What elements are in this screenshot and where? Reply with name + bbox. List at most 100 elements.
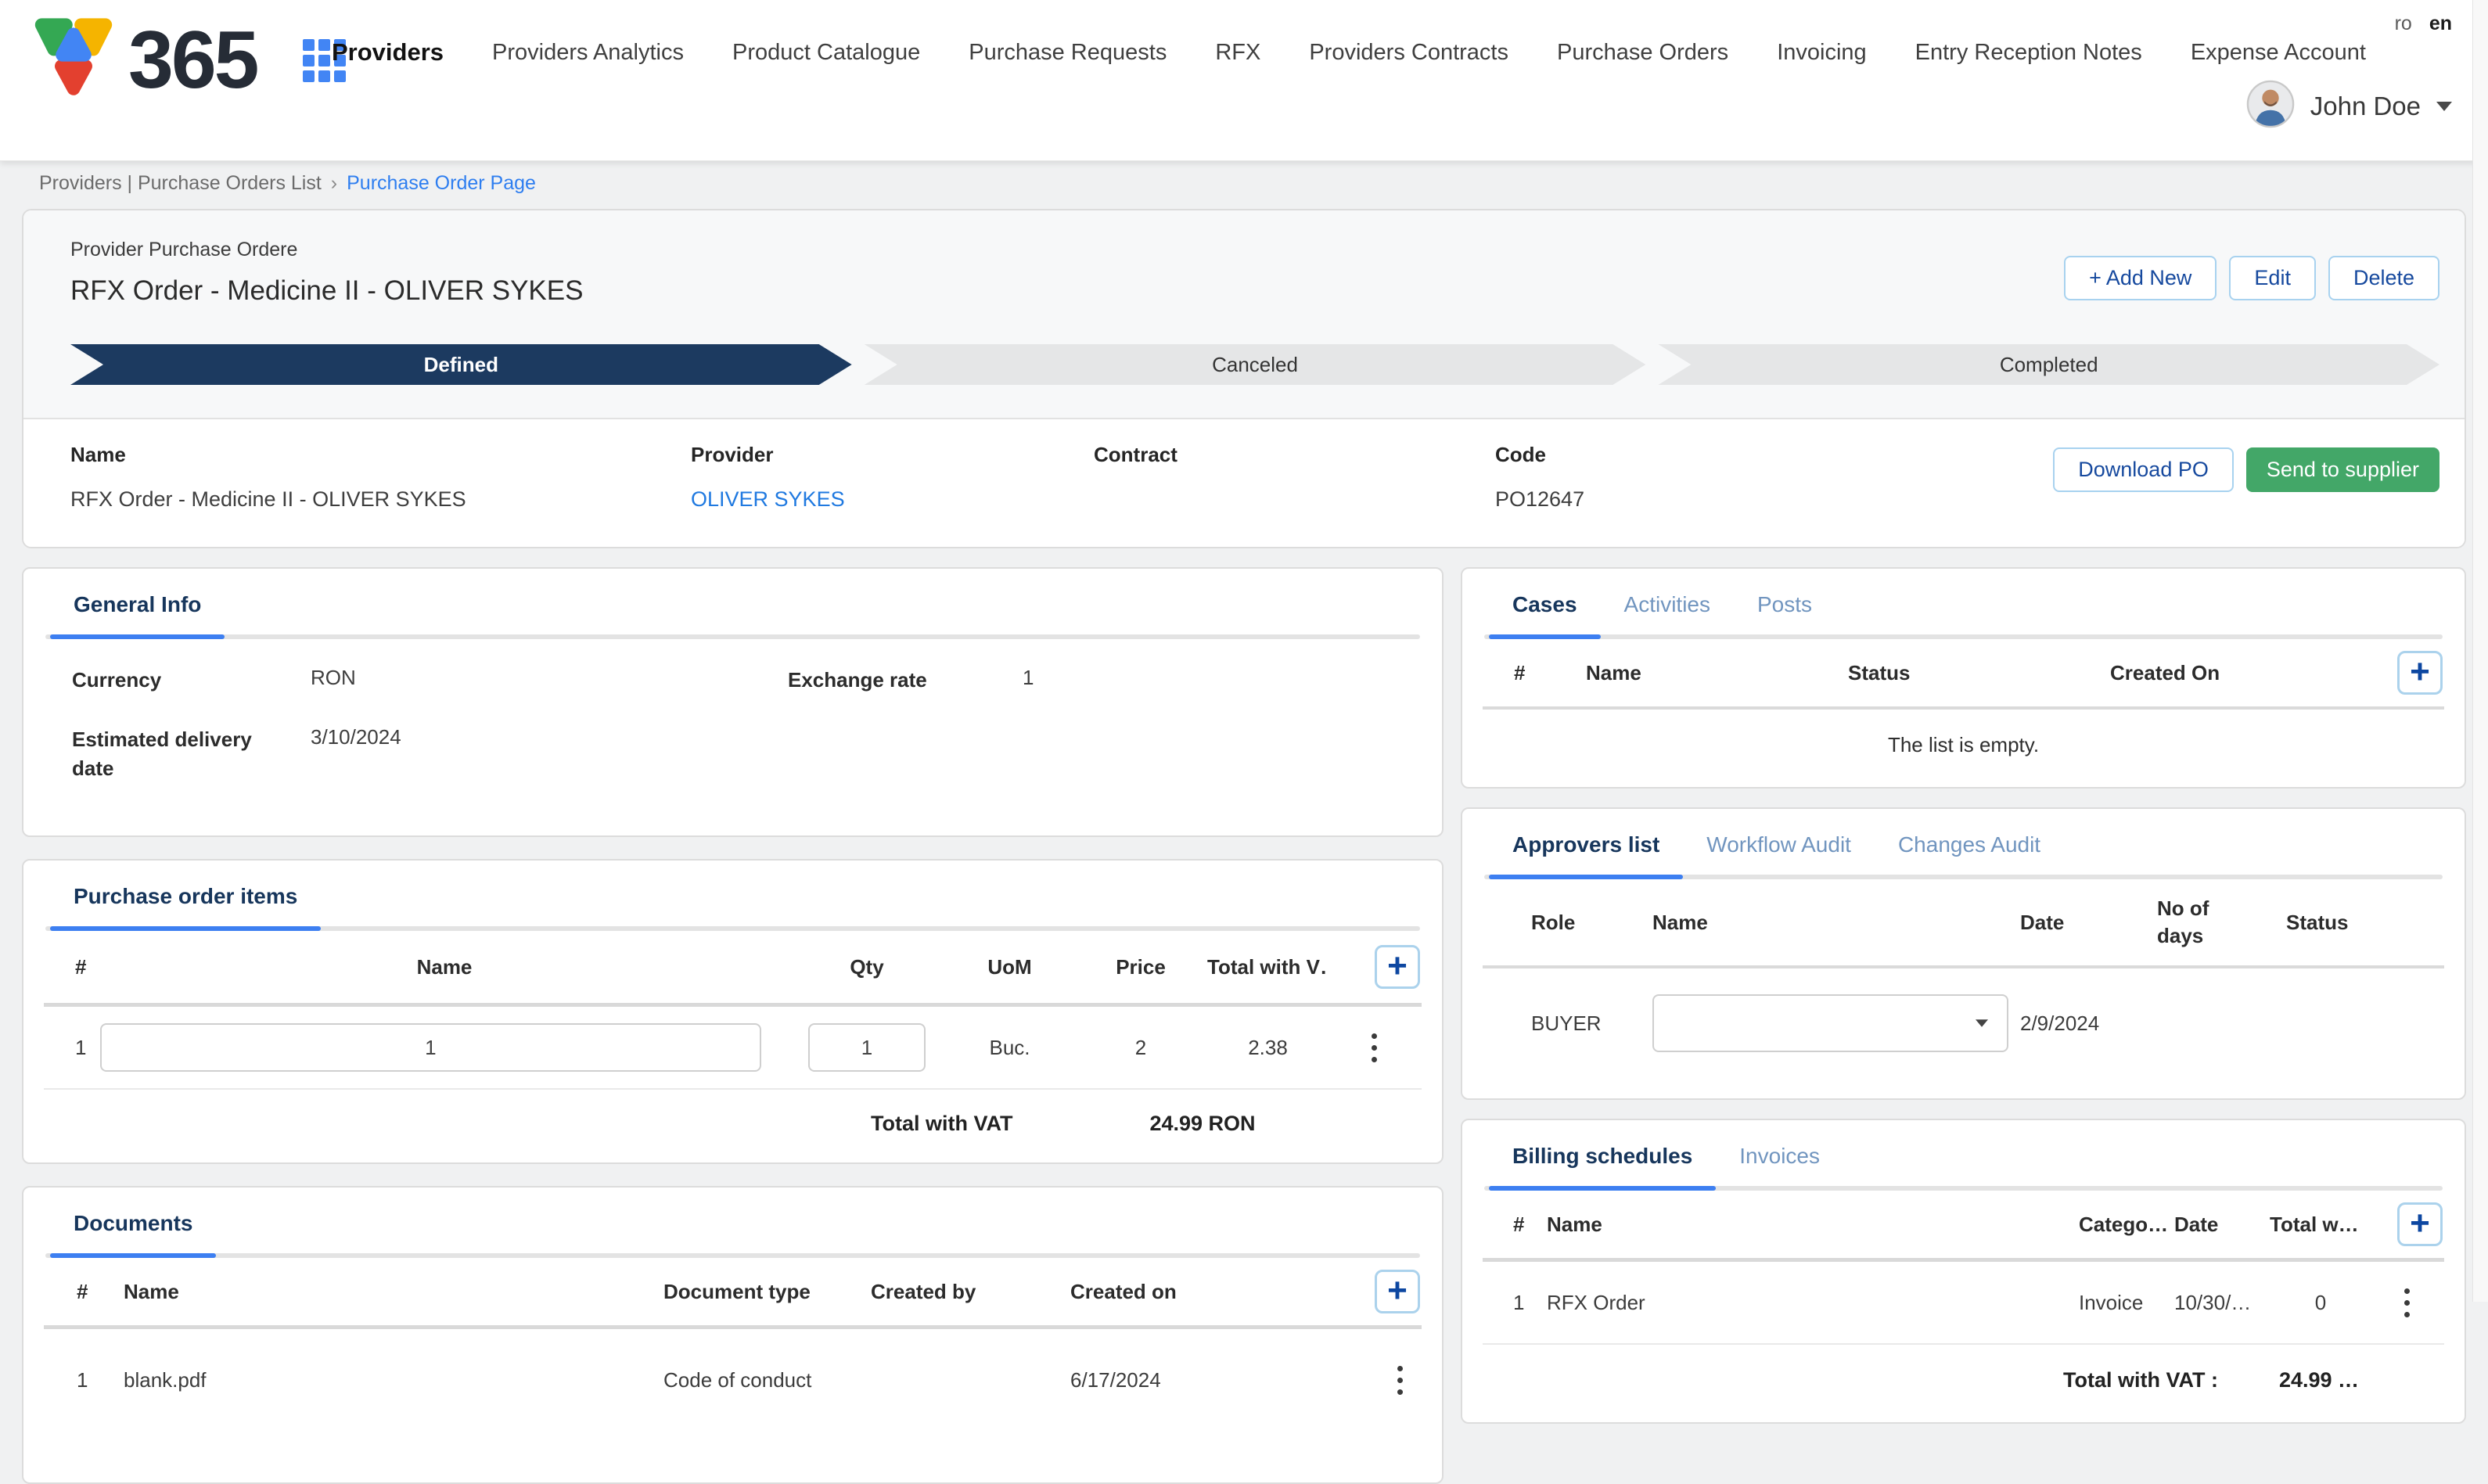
- billing-footer: Total with VAT : 24.99 …: [1462, 1345, 2465, 1402]
- contract-label: Contract: [1094, 443, 1495, 467]
- nav-expense-account[interactable]: Expense Account: [2191, 40, 2366, 66]
- nav-purchase-requests[interactable]: Purchase Requests: [969, 40, 1167, 66]
- nav-purchase-orders[interactable]: Purchase Orders: [1557, 40, 1728, 66]
- approver-date: 2/9/2024: [2020, 1011, 2157, 1036]
- cases-tabs: Cases Activities Posts: [1462, 592, 2465, 617]
- item-qty-input[interactable]: [808, 1023, 926, 1072]
- po-item-row: 1 Buc. 2 2.38: [23, 1007, 1442, 1088]
- po-items-card: Purchase order items # Name Qty UoM Pric…: [22, 859, 1444, 1164]
- col-created-by: Created by: [871, 1280, 1070, 1304]
- col-created-on: Created On: [2110, 661, 2220, 685]
- main-nav: Providers Providers Analytics Product Ca…: [332, 0, 2366, 105]
- approvers-header-row: Role Name Date No of days Status: [1462, 879, 2465, 965]
- nav-invoicing[interactable]: Invoicing: [1777, 40, 1866, 66]
- tab-billing-schedules[interactable]: Billing schedules: [1489, 1144, 1716, 1169]
- col-created-on: Created on: [1070, 1280, 1282, 1304]
- breadcrumb-current[interactable]: Purchase Order Page: [347, 172, 536, 195]
- col-no-of-days: No of days: [2157, 895, 2251, 950]
- col-name: Name: [100, 955, 789, 979]
- item-uom: Buc.: [945, 1036, 1074, 1060]
- add-po-item-button[interactable]: +: [1375, 945, 1420, 989]
- right-column: Cases Activities Posts # Name Status Cre…: [1461, 567, 2466, 1424]
- col-date: Date: [2174, 1213, 2270, 1237]
- tab-general-info[interactable]: General Info: [50, 592, 225, 617]
- breadcrumb-separator-icon: ›: [331, 172, 337, 195]
- approver-role: BUYER: [1484, 1011, 1652, 1036]
- step-completed: Completed: [1658, 344, 2439, 385]
- col-category: Catego…: [2079, 1213, 2174, 1237]
- summary-actions: Download PO Send to supplier: [2053, 447, 2439, 492]
- col-uom: UoM: [945, 955, 1074, 979]
- add-case-button[interactable]: +: [2397, 651, 2443, 695]
- delivery-date-value: 3/10/2024: [311, 725, 788, 749]
- topbar: 365 Providers Providers Analytics Produc…: [0, 0, 2488, 161]
- cases-card: Cases Activities Posts # Name Status Cre…: [1461, 567, 2466, 789]
- billing-name: RFX Order: [1547, 1291, 2079, 1315]
- col-num: #: [45, 955, 100, 979]
- tab-activities[interactable]: Activities: [1601, 592, 1734, 617]
- col-date: Date: [2020, 911, 2157, 935]
- total-with-vat-value: 24.99 …: [2279, 1368, 2359, 1392]
- status-stepper: Defined Canceled Completed: [70, 344, 2439, 385]
- name-value: RFX Order - Medicine II - OLIVER SYKES: [70, 487, 691, 512]
- user-menu[interactable]: John Doe: [2246, 80, 2452, 132]
- tab-invoices[interactable]: Invoices: [1716, 1144, 1843, 1169]
- col-num: #: [45, 1280, 124, 1304]
- col-document-type: Document type: [663, 1280, 871, 1304]
- cases-header-row: # Name Status Created On +: [1462, 639, 2465, 706]
- row-kebab-menu-icon[interactable]: [1365, 1027, 1383, 1069]
- download-po-button[interactable]: Download PO: [2053, 447, 2234, 492]
- nav-rfx[interactable]: RFX: [1215, 40, 1260, 66]
- brand: 365: [27, 8, 346, 113]
- nav-entry-reception-notes[interactable]: Entry Reception Notes: [1915, 40, 2142, 66]
- documents-tabs: Documents: [23, 1211, 1442, 1236]
- lang-ro[interactable]: ro: [2395, 13, 2412, 35]
- avatar: [2246, 80, 2295, 132]
- nav-providers-analytics[interactable]: Providers Analytics: [492, 40, 684, 66]
- code-label: Code: [1495, 443, 1902, 467]
- main-content: General Info Currency RON Exchange rate …: [22, 567, 2466, 1484]
- nav-providers-contracts[interactable]: Providers Contracts: [1309, 40, 1508, 66]
- tab-changes-audit[interactable]: Changes Audit: [1875, 832, 2064, 857]
- nav-product-catalogue[interactable]: Product Catalogue: [732, 40, 920, 66]
- col-name: Name: [124, 1280, 663, 1304]
- document-created-on: 6/17/2024: [1070, 1368, 1282, 1392]
- tab-approvers-list[interactable]: Approvers list: [1489, 832, 1683, 857]
- document-row: 1 blank.pdf Code of conduct 6/17/2024: [23, 1329, 1442, 1431]
- provider-label: Provider: [691, 443, 1094, 467]
- row-kebab-menu-icon[interactable]: [2398, 1282, 2416, 1324]
- item-price: 2: [1074, 1036, 1207, 1060]
- tab-documents[interactable]: Documents: [50, 1211, 216, 1236]
- row-num: 1: [45, 1036, 100, 1060]
- delete-button[interactable]: Delete: [2328, 256, 2439, 300]
- nav-providers[interactable]: Providers: [332, 38, 444, 66]
- billing-row: 1 RFX Order Invoice 10/30/… 0: [1462, 1262, 2465, 1343]
- po-items-header-row: # Name Qty UoM Price Total with V… +: [23, 931, 1442, 1003]
- breadcrumb-trail[interactable]: Providers | Purchase Orders List: [39, 172, 322, 195]
- page-scrollbar[interactable]: [2472, 0, 2488, 1302]
- tab-underline: [1484, 634, 2443, 639]
- billing-category: Invoice: [2079, 1291, 2174, 1315]
- chevron-down-icon: [2436, 102, 2452, 111]
- add-document-button[interactable]: +: [1375, 1270, 1420, 1313]
- approvers-tabs: Approvers list Workflow Audit Changes Au…: [1462, 832, 2465, 857]
- add-new-button[interactable]: + Add New: [2064, 256, 2217, 300]
- tab-workflow-audit[interactable]: Workflow Audit: [1683, 832, 1875, 857]
- general-info-fields: Currency RON Exchange rate 1 Estimated d…: [23, 639, 1442, 815]
- tab-purchase-order-items[interactable]: Purchase order items: [50, 884, 321, 909]
- po-items-footer: Total with VAT 24.99 RON: [23, 1090, 1442, 1142]
- approvers-card: Approvers list Workflow Audit Changes Au…: [1461, 807, 2466, 1100]
- empty-list-message: The list is empty.: [1462, 710, 2465, 767]
- row-kebab-menu-icon[interactable]: [1391, 1360, 1409, 1401]
- provider-value-link[interactable]: OLIVER SYKES: [691, 487, 1094, 512]
- edit-button[interactable]: Edit: [2229, 256, 2316, 300]
- lang-en[interactable]: en: [2429, 13, 2452, 35]
- approver-name-select[interactable]: [1652, 994, 2008, 1052]
- breadcrumb: Providers | Purchase Orders List › Purch…: [0, 161, 2488, 203]
- tab-cases[interactable]: Cases: [1489, 592, 1601, 617]
- send-to-supplier-button[interactable]: Send to supplier: [2246, 447, 2439, 492]
- item-name-input[interactable]: [100, 1023, 761, 1072]
- col-num: #: [1484, 1213, 1547, 1237]
- add-billing-schedule-button[interactable]: +: [2397, 1202, 2443, 1246]
- tab-posts[interactable]: Posts: [1734, 592, 1835, 617]
